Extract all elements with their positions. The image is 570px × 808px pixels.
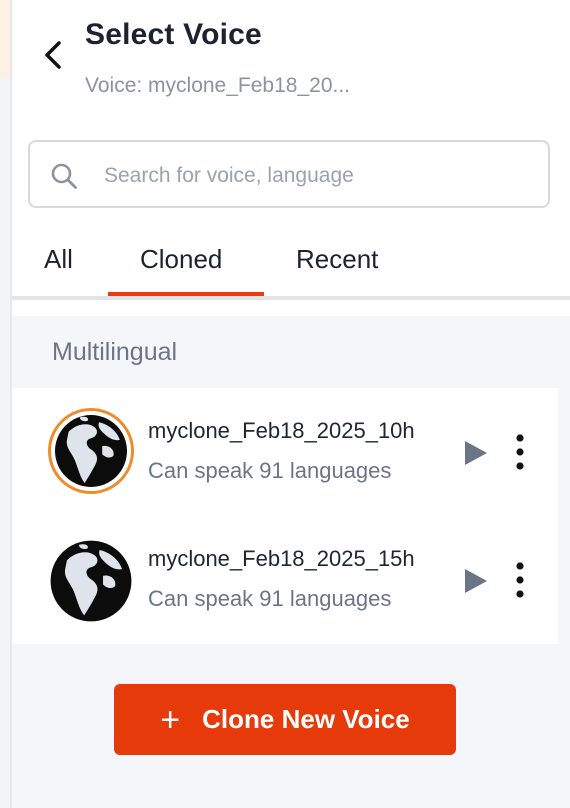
voice-list-area: Multilingual myclone_Feb18_2025_10h Can … <box>12 316 570 808</box>
more-options-icon[interactable] <box>508 560 532 600</box>
voice-name: myclone_Feb18_2025_10h <box>148 418 415 443</box>
globe-avatar-selected <box>48 408 134 494</box>
voice-select-panel: Select Voice Voice: myclone_Feb18_20... … <box>12 0 570 808</box>
clone-new-voice-button[interactable]: + Clone New Voice <box>114 684 456 755</box>
voice-item[interactable]: myclone_Feb18_2025_15h Can speak 91 lang… <box>12 516 558 644</box>
voice-name: myclone_Feb18_2025_15h <box>148 546 415 571</box>
voice-language-count: Can speak 91 languages <box>148 458 392 483</box>
clone-button-label: Clone New Voice <box>202 704 410 734</box>
tab-recent[interactable]: Recent <box>296 244 378 275</box>
search-input[interactable] <box>102 156 536 196</box>
globe-icon <box>51 411 131 491</box>
active-tab-indicator <box>108 292 264 296</box>
search-box[interactable] <box>28 140 550 208</box>
globe-avatar <box>48 538 134 624</box>
current-voice-subtitle: Voice: myclone_Feb18_20... <box>85 74 351 97</box>
chevron-left-icon <box>45 41 61 69</box>
play-icon[interactable] <box>460 566 490 596</box>
globe-icon <box>48 538 134 624</box>
voice-language-count: Can speak 91 languages <box>148 586 392 611</box>
back-button[interactable] <box>38 38 68 72</box>
tab-cloned[interactable]: Cloned <box>140 244 222 275</box>
search-icon <box>51 163 77 189</box>
play-icon[interactable] <box>460 438 490 468</box>
background-highlight <box>0 0 10 78</box>
voice-item[interactable]: myclone_Feb18_2025_10h Can speak 91 lang… <box>12 388 558 516</box>
more-options-icon[interactable] <box>508 432 532 472</box>
plus-icon: + <box>160 700 181 739</box>
tab-bar: All Cloned Recent <box>12 236 570 300</box>
voice-list: myclone_Feb18_2025_10h Can speak 91 lang… <box>12 388 558 644</box>
page-title: Select Voice <box>85 18 262 51</box>
section-label: Multilingual <box>52 338 178 366</box>
tab-all[interactable]: All <box>44 244 73 275</box>
background-page-strip <box>0 0 12 808</box>
